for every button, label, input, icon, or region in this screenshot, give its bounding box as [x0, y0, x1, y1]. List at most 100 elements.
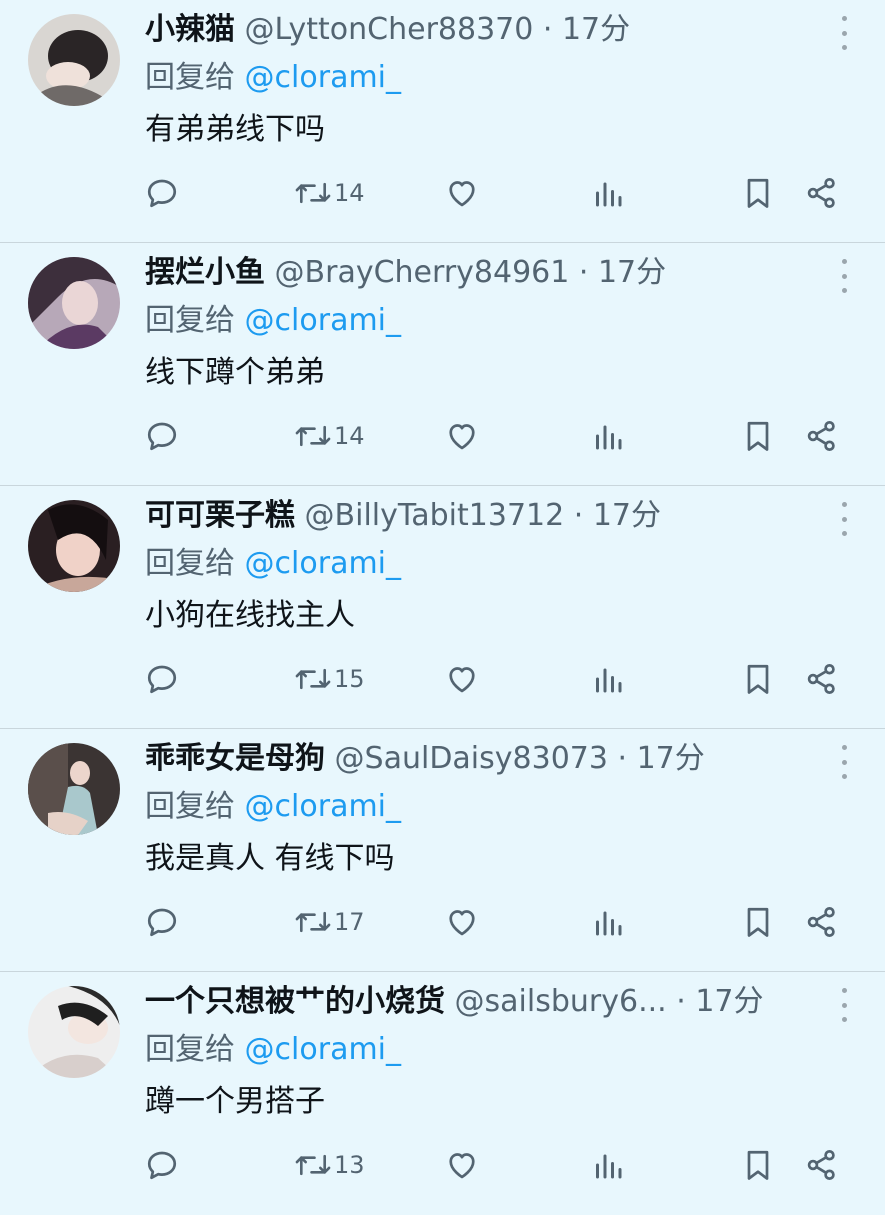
tweet-text: 小狗在线找主人 — [145, 598, 355, 633]
reply-icon[interactable] — [144, 1142, 180, 1188]
reply-tweet[interactable]: 一个只想被艹的小烧货 @sailsbury6... · 17分 回复给 @clo… — [0, 972, 885, 1215]
avatar[interactable] — [28, 986, 120, 1078]
reply-tweet[interactable]: 乖乖女是母狗 @SaulDaisy83073 · 17分 回复给 @cloram… — [0, 729, 885, 972]
more-icon[interactable] — [837, 745, 851, 779]
separator: · — [666, 984, 696, 1019]
more-icon[interactable] — [837, 502, 851, 536]
retweet-icon — [295, 911, 331, 933]
reply-icon[interactable] — [144, 170, 180, 216]
reply-prefix: 回复给 — [145, 789, 245, 824]
tweet-text: 我是真人 有线下吗 — [145, 841, 395, 876]
bookmark-icon[interactable] — [740, 1142, 776, 1188]
display-name[interactable]: 一个只想被艹的小烧货 — [145, 984, 445, 1019]
views-icon[interactable] — [590, 899, 626, 945]
views-icon[interactable] — [590, 170, 626, 216]
reply-prefix: 回复给 — [145, 303, 245, 338]
retweet-count: 14 — [334, 422, 365, 450]
more-icon[interactable] — [837, 988, 851, 1022]
display-name[interactable]: 可可栗子糕 — [145, 498, 295, 533]
mention-link[interactable]: @clorami_ — [245, 546, 401, 581]
bookmark-icon[interactable] — [740, 899, 776, 945]
share-icon[interactable] — [804, 170, 840, 216]
like-icon[interactable] — [444, 656, 480, 702]
display-name[interactable]: 小辣猫 — [145, 12, 235, 47]
separator: · — [569, 255, 598, 290]
action-bar: 14 — [0, 413, 885, 459]
views-icon[interactable] — [590, 656, 626, 702]
retweet-button[interactable]: 14 — [294, 413, 365, 459]
bookmark-icon[interactable] — [740, 413, 776, 459]
timestamp[interactable]: 17分 — [637, 741, 705, 776]
tweet-header: 小辣猫 @LyttonCher88370 · 17分 — [145, 8, 815, 52]
retweet-button[interactable]: 15 — [294, 656, 365, 702]
action-bar: 13 — [0, 1142, 885, 1188]
reply-prefix: 回复给 — [145, 60, 245, 95]
timestamp[interactable]: 17分 — [593, 498, 661, 533]
retweet-button[interactable]: 13 — [294, 1142, 365, 1188]
reply-prefix: 回复给 — [145, 1032, 245, 1067]
views-icon[interactable] — [590, 1142, 626, 1188]
like-icon[interactable] — [444, 1142, 480, 1188]
action-bar: 14 — [0, 170, 885, 216]
display-name[interactable]: 摆烂小鱼 — [145, 255, 265, 290]
like-icon[interactable] — [444, 899, 480, 945]
reply-tweet[interactable]: 小辣猫 @LyttonCher88370 · 17分 回复给 @clorami_… — [0, 0, 885, 243]
views-icon[interactable] — [590, 413, 626, 459]
mention-link[interactable]: @clorami_ — [245, 789, 401, 824]
separator: · — [533, 12, 562, 47]
reply-icon[interactable] — [144, 899, 180, 945]
timestamp[interactable]: 17分 — [598, 255, 666, 290]
mention-link[interactable]: @clorami_ — [245, 1032, 401, 1067]
reply-tweet[interactable]: 摆烂小鱼 @BrayCherry84961 · 17分 回复给 @clorami… — [0, 243, 885, 486]
share-icon[interactable] — [804, 656, 840, 702]
user-handle[interactable]: @sailsbury6... — [455, 984, 667, 1019]
avatar[interactable] — [28, 257, 120, 349]
user-handle[interactable]: @BillyTabit13712 — [305, 498, 565, 533]
timestamp[interactable]: 17分 — [695, 984, 763, 1019]
share-icon[interactable] — [804, 899, 840, 945]
retweet-icon — [295, 425, 331, 447]
reply-tweet[interactable]: 可可栗子糕 @BillyTabit13712 · 17分 回复给 @cloram… — [0, 486, 885, 729]
avatar[interactable] — [28, 500, 120, 592]
like-icon[interactable] — [444, 170, 480, 216]
separator: · — [607, 741, 637, 776]
retweet-button[interactable]: 14 — [294, 170, 365, 216]
user-handle[interactable]: @BrayCherry84961 — [275, 255, 570, 290]
tweet-header: 可可栗子糕 @BillyTabit13712 · 17分 — [145, 494, 815, 538]
mention-link[interactable]: @clorami_ — [245, 60, 401, 95]
bookmark-icon[interactable] — [740, 170, 776, 216]
tweet-header: 一个只想被艹的小烧货 @sailsbury6... · 17分 — [145, 980, 815, 1024]
timestamp[interactable]: 17分 — [562, 12, 630, 47]
reply-icon[interactable] — [144, 413, 180, 459]
retweet-count: 14 — [334, 179, 365, 207]
retweet-button[interactable]: 17 — [294, 899, 365, 945]
avatar[interactable] — [28, 14, 120, 106]
retweet-count: 13 — [334, 1151, 365, 1179]
mention-link[interactable]: @clorami_ — [245, 303, 401, 338]
retweet-count: 15 — [334, 665, 365, 693]
display-name[interactable]: 乖乖女是母狗 — [145, 741, 325, 776]
avatar[interactable] — [28, 743, 120, 835]
action-bar: 17 — [0, 899, 885, 945]
share-icon[interactable] — [804, 1142, 840, 1188]
retweet-icon — [295, 668, 331, 690]
retweet-icon — [295, 1154, 331, 1176]
like-icon[interactable] — [444, 413, 480, 459]
reply-context: 回复给 @clorami_ — [145, 1028, 401, 1072]
reply-context: 回复给 @clorami_ — [145, 299, 401, 343]
retweet-count: 17 — [334, 908, 365, 936]
reply-icon[interactable] — [144, 656, 180, 702]
reply-feed: 小辣猫 @LyttonCher88370 · 17分 回复给 @clorami_… — [0, 0, 885, 1200]
more-icon[interactable] — [837, 16, 851, 50]
separator: · — [564, 498, 593, 533]
reply-context: 回复给 @clorami_ — [145, 56, 401, 100]
user-handle[interactable]: @SaulDaisy83073 — [335, 741, 608, 776]
tweet-header: 乖乖女是母狗 @SaulDaisy83073 · 17分 — [145, 737, 815, 781]
tweet-text: 线下蹲个弟弟 — [145, 355, 325, 390]
more-icon[interactable] — [837, 259, 851, 293]
share-icon[interactable] — [804, 413, 840, 459]
user-handle[interactable]: @LyttonCher88370 — [245, 12, 534, 47]
reply-context: 回复给 @clorami_ — [145, 785, 401, 829]
action-bar: 15 — [0, 656, 885, 702]
bookmark-icon[interactable] — [740, 656, 776, 702]
